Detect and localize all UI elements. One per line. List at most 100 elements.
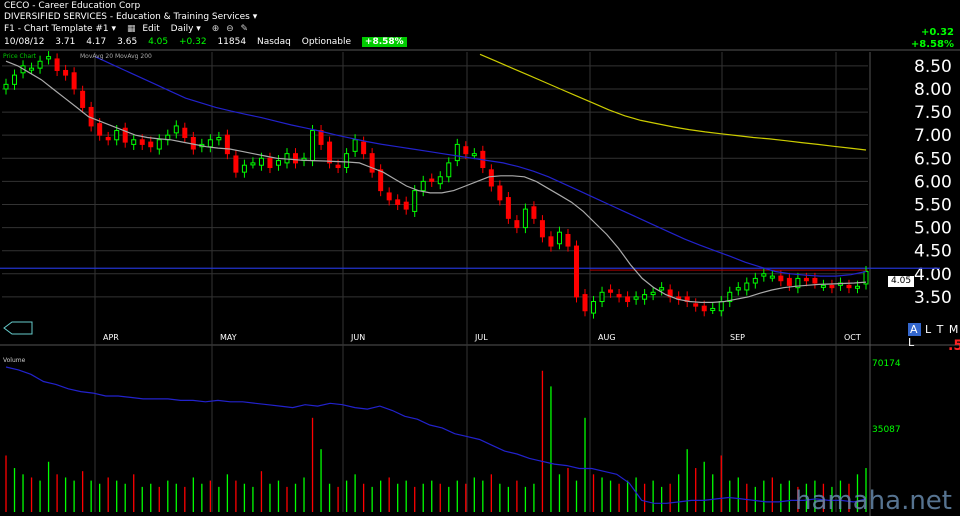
- candle-body: [46, 56, 52, 60]
- candle-body: [37, 60, 43, 69]
- candle-body: [284, 153, 290, 164]
- watermark: hamaha.net: [794, 486, 952, 516]
- candle-body: [803, 277, 809, 282]
- candle-body: [80, 90, 86, 108]
- candle-body: [267, 157, 273, 169]
- candle-body: [29, 67, 35, 71]
- price-tick-label: 6.00: [914, 172, 952, 192]
- price-tick-label: 5.50: [914, 195, 952, 215]
- candle-body: [344, 153, 350, 169]
- candle-body: [352, 139, 358, 152]
- volume-tick-label: 35087: [872, 425, 901, 435]
- candle-body: [769, 275, 775, 279]
- candle-body: [744, 282, 750, 291]
- month-label: SEP: [730, 333, 745, 342]
- candle-body: [395, 199, 401, 205]
- candle-body: [573, 245, 579, 298]
- candle-body: [812, 277, 818, 284]
- candle-body: [854, 285, 860, 289]
- volume-tick-label: 70174: [872, 359, 901, 369]
- price-tick-label: 3.50: [914, 288, 952, 308]
- candle-body: [710, 307, 716, 311]
- altml-t[interactable]: T: [937, 323, 945, 336]
- candle-body: [642, 294, 648, 300]
- candle-body: [216, 136, 222, 141]
- price-chart: 8.508.007.507.006.506.005.505.004.504.00…: [0, 49, 960, 516]
- candle-body: [582, 294, 588, 312]
- candle-body: [156, 139, 162, 150]
- candle-body: [616, 294, 622, 298]
- price-tick-label: 8.00: [914, 80, 952, 100]
- candle-body: [233, 155, 239, 173]
- volume-legend: Volume: [3, 357, 26, 364]
- candle-body: [497, 185, 503, 201]
- candle-body: [761, 273, 767, 277]
- candle-body: [378, 169, 384, 192]
- candle-body: [139, 139, 145, 145]
- candle-body: [412, 190, 418, 212]
- candle-body: [471, 153, 477, 157]
- month-label: OCT: [844, 333, 861, 342]
- month-label: APR: [103, 333, 119, 342]
- candle-body: [207, 139, 213, 148]
- candle-body: [420, 180, 426, 192]
- candle-body: [63, 69, 69, 76]
- month-label: MAY: [220, 333, 237, 342]
- candle-body: [361, 141, 367, 155]
- candle-body: [224, 134, 230, 155]
- candle-body: [71, 72, 77, 90]
- candle-body: [258, 157, 264, 166]
- candle-body: [829, 284, 835, 289]
- candle-body: [131, 139, 137, 145]
- candle-body: [12, 74, 18, 85]
- candle-body: [735, 287, 741, 291]
- altml-l2[interactable]: L: [908, 336, 915, 349]
- candle-body: [522, 208, 528, 229]
- price-tick-label: 5.00: [914, 219, 952, 239]
- candle-body: [97, 123, 103, 136]
- candle-body: [454, 143, 460, 162]
- candle-body: [327, 141, 333, 164]
- candle-body: [190, 136, 196, 150]
- candle-body: [310, 130, 316, 162]
- candle-body: [148, 141, 154, 148]
- last-price-tag: 4.05: [888, 276, 915, 287]
- candle-body: [3, 83, 9, 90]
- candle-body: [386, 192, 392, 201]
- candle-body: [369, 153, 375, 173]
- candle-body: [275, 160, 281, 166]
- candle-body: [182, 127, 188, 138]
- candle-body: [778, 275, 784, 282]
- candle-body: [650, 291, 656, 296]
- half-marker: .5: [948, 338, 960, 354]
- scroll-tag-icon: [3, 321, 33, 335]
- candle-body: [241, 164, 247, 173]
- candle-body: [846, 284, 852, 289]
- candle-body: [820, 284, 826, 288]
- candle-body: [752, 277, 758, 284]
- candle-body: [446, 162, 452, 178]
- candle-body: [463, 146, 469, 155]
- candle-body: [701, 305, 707, 312]
- candle-body: [114, 130, 120, 141]
- candle-body: [786, 277, 792, 286]
- candle-body: [625, 296, 631, 303]
- candle-body: [659, 287, 665, 291]
- altml-m[interactable]: M: [949, 323, 960, 336]
- candle-body: [488, 169, 494, 187]
- candle-body: [556, 231, 562, 245]
- month-label: JUL: [474, 333, 488, 342]
- candle-body: [514, 220, 520, 229]
- candle-body: [335, 164, 341, 169]
- month-label: AUG: [598, 333, 616, 342]
- candle-body: [437, 176, 443, 185]
- candle-body: [548, 236, 554, 247]
- altml-l[interactable]: L: [925, 323, 932, 336]
- month-label: JUN: [350, 333, 365, 342]
- candle-body: [250, 162, 256, 166]
- altml-a[interactable]: A: [908, 323, 921, 336]
- price-legend: Price Chart: [3, 53, 37, 60]
- candle-body: [105, 136, 111, 141]
- candle-body: [591, 301, 597, 314]
- candle-body: [54, 58, 60, 71]
